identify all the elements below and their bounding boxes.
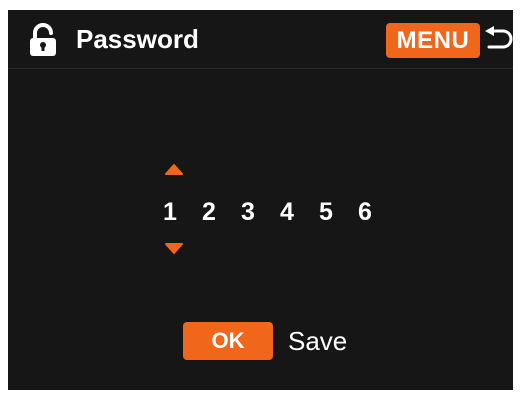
menu-button[interactable]: MENU (386, 23, 480, 58)
password-digit[interactable]: 3 (241, 195, 280, 229)
password-digit[interactable]: 1 (163, 195, 202, 229)
lock-icon (30, 23, 56, 56)
password-screen: Password MENU 1 2 3 4 5 6 OK Save (8, 10, 513, 390)
password-digits: 1 2 3 4 5 6 (163, 195, 397, 229)
password-digit[interactable]: 2 (202, 195, 241, 229)
save-label: Save (288, 326, 348, 356)
header-bar: Password MENU (8, 10, 513, 69)
password-digit[interactable]: 6 (358, 195, 397, 229)
back-arrow-icon[interactable] (483, 26, 513, 54)
ok-button[interactable]: OK (183, 322, 273, 360)
caret-down-icon[interactable] (164, 243, 184, 255)
caret-up-icon[interactable] (164, 163, 184, 175)
password-digit[interactable]: 5 (319, 195, 358, 229)
password-digit[interactable]: 4 (280, 195, 319, 229)
page-title: Password (76, 24, 199, 54)
